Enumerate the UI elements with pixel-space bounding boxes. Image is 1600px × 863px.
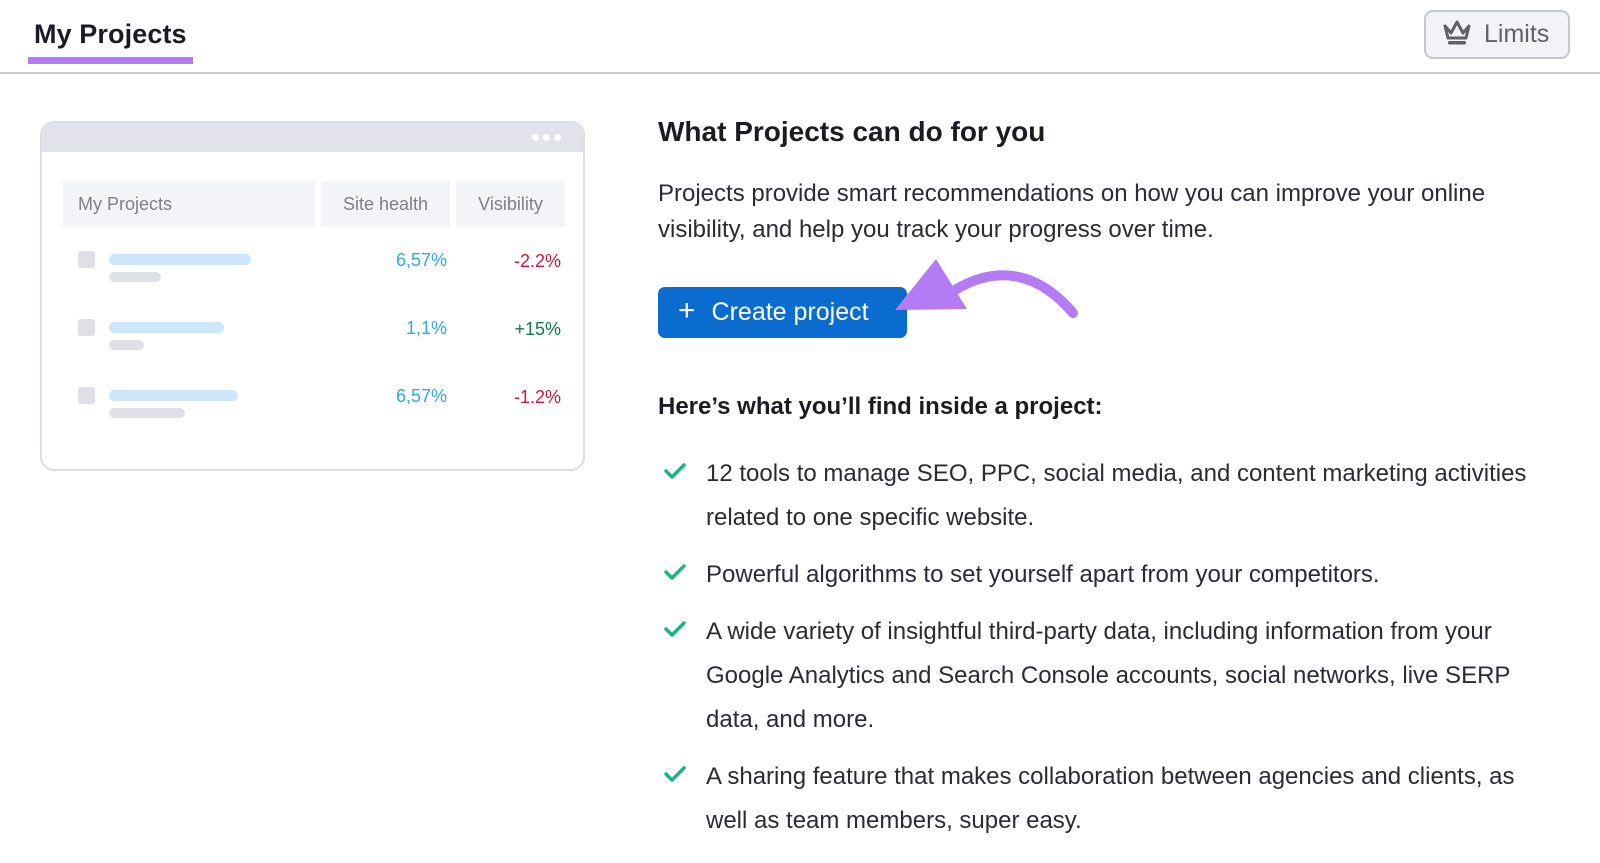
table-row: 6,57% -1.2%	[42, 386, 583, 427]
feature-text: A wide variety of insightful third-party…	[706, 618, 1510, 733]
table-row: 6,57% -2.2%	[42, 250, 583, 291]
placeholder-bar	[109, 390, 238, 401]
site-health-value: 6,57%	[395, 386, 447, 406]
tab-my-projects[interactable]: My Projects	[28, 14, 193, 74]
list-item: Powerful algorithms to set yourself apar…	[658, 553, 1558, 597]
feature-text: A sharing feature that makes collaborati…	[706, 763, 1515, 834]
row-checkbox-placeholder	[78, 251, 95, 268]
more-dots-icon	[532, 134, 561, 141]
site-health-value: 1,1%	[405, 318, 447, 338]
visibility-value: +15%	[514, 319, 561, 339]
list-item: A sharing feature that makes collaborati…	[658, 755, 1558, 843]
limits-label: Limits	[1484, 20, 1550, 48]
check-icon	[664, 621, 686, 637]
intro-text: Projects provide smart recommendations o…	[658, 180, 1486, 243]
top-bar: My Projects Limits	[0, 0, 1600, 74]
feature-text: Powerful algorithms to set yourself apar…	[706, 561, 1380, 588]
check-icon	[664, 564, 686, 580]
tab-label: My Projects	[34, 19, 187, 49]
crown-icon	[1442, 18, 1472, 51]
check-icon	[664, 463, 686, 479]
placeholder-bar	[109, 408, 185, 418]
plus-icon: +	[678, 294, 696, 327]
features-list: 12 tools to manage SEO, PPC, social medi…	[658, 452, 1558, 856]
row-checkbox-placeholder	[78, 387, 95, 404]
site-health-value: 6,57%	[395, 250, 447, 270]
feature-text: 12 tools to manage SEO, PPC, social medi…	[706, 460, 1527, 531]
features-heading: Here’s what you’ll find inside a project…	[658, 393, 1103, 420]
table-row: 1,1% +15%	[42, 318, 583, 359]
create-project-button[interactable]: + Create project	[658, 287, 907, 338]
visibility-value: -2.2%	[513, 251, 561, 271]
column-header-site-health: Site health	[321, 181, 450, 227]
section-heading: What Projects can do for you	[658, 116, 1046, 147]
curved-arrow-icon	[895, 259, 1078, 318]
placeholder-bar	[109, 340, 144, 350]
illustration-header	[42, 123, 583, 152]
active-tab-indicator	[28, 57, 193, 64]
list-item: 12 tools to manage SEO, PPC, social medi…	[658, 452, 1558, 540]
column-header-visibility: Visibility	[456, 181, 565, 227]
column-header-projects: My Projects	[63, 181, 315, 227]
list-item: A wide variety of insightful third-party…	[658, 610, 1558, 742]
row-checkbox-placeholder	[78, 319, 95, 336]
placeholder-bar	[109, 322, 224, 333]
create-project-label: Create project	[711, 298, 869, 326]
projects-illustration: My Projects Site health Visibility 6,57%…	[40, 121, 585, 471]
placeholder-bar	[109, 254, 251, 265]
visibility-value: -1.2%	[513, 387, 561, 407]
check-icon	[664, 766, 686, 782]
limits-button[interactable]: Limits	[1424, 10, 1570, 59]
placeholder-bar	[109, 272, 161, 282]
